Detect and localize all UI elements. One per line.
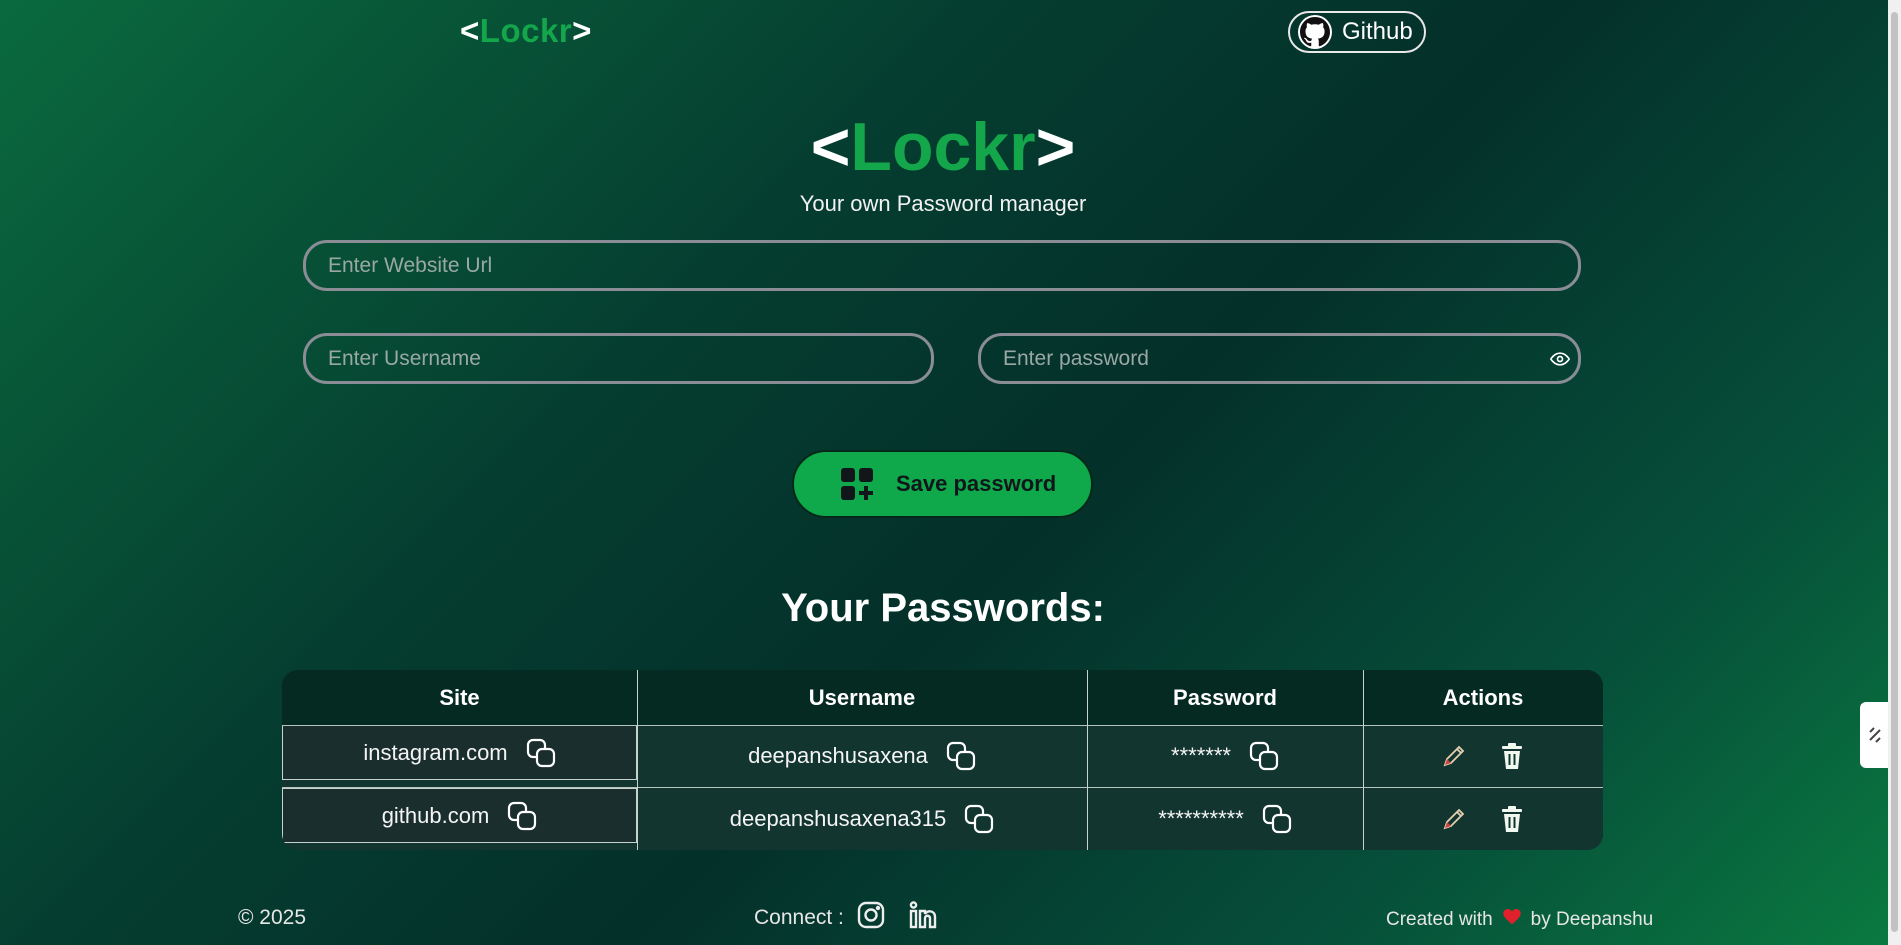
nav-logo[interactable]: <Lockr> xyxy=(460,12,592,50)
add-grid-icon xyxy=(840,467,874,501)
hero-logo: <Lockr> xyxy=(0,108,1886,186)
trash-icon[interactable] xyxy=(1497,741,1527,771)
hero-logo-text: Lockr xyxy=(850,109,1036,185)
copy-icon[interactable] xyxy=(946,741,976,771)
actions-cell xyxy=(1363,725,1603,787)
copy-icon[interactable] xyxy=(1249,741,1279,771)
linkedin-icon[interactable] xyxy=(908,900,938,930)
instagram-icon[interactable] xyxy=(856,900,886,930)
eye-icon[interactable] xyxy=(1549,349,1571,369)
save-password-label: Save password xyxy=(896,471,1057,496)
column-header-site: Site xyxy=(439,685,480,710)
password-cell: ********** xyxy=(1087,788,1363,850)
password-text: ********** xyxy=(1158,806,1244,831)
save-password-button[interactable]: Save password xyxy=(792,450,1093,518)
nav-logo-text: Lockr xyxy=(479,12,573,49)
heart-icon xyxy=(1502,909,1521,931)
github-icon xyxy=(1298,15,1332,49)
side-extension-tab[interactable] xyxy=(1860,702,1890,768)
github-button[interactable]: Github xyxy=(1288,11,1426,53)
footer-credits: Created with by Deepanshu xyxy=(1386,909,1653,931)
site-text: instagram.com xyxy=(363,739,508,765)
connect-label: Connect : xyxy=(754,906,844,929)
passwords-table: Site Username Password Actions instagram… xyxy=(282,670,1603,850)
github-label: Github xyxy=(1342,18,1413,45)
created-prefix: Created with xyxy=(1386,909,1493,930)
password-input[interactable] xyxy=(978,333,1581,384)
username-input[interactable] xyxy=(303,333,934,384)
column-header-username: Username xyxy=(808,685,916,710)
password-cell: ******* xyxy=(1087,725,1363,787)
username-cell: deepanshusaxena315 xyxy=(637,788,1087,850)
footer-copyright: © 2025 xyxy=(238,906,307,929)
website-url-input[interactable] xyxy=(303,240,1581,291)
edit-icon[interactable] xyxy=(1439,804,1469,834)
scrollbar-thumb[interactable] xyxy=(1891,12,1898,932)
hero-logo-bracket-left: < xyxy=(810,109,851,185)
footer-connect: Connect : xyxy=(754,901,938,930)
column-header-actions: Actions xyxy=(1442,685,1524,710)
username-text: deepanshusaxena315 xyxy=(729,806,947,831)
column-header-password: Password xyxy=(1173,685,1277,710)
copy-icon[interactable] xyxy=(964,804,994,834)
nav-logo-bracket-left: < xyxy=(460,12,480,49)
edit-icon[interactable] xyxy=(1439,741,1469,771)
actions-cell xyxy=(1363,788,1603,850)
copy-icon[interactable] xyxy=(507,801,537,831)
username-cell: deepanshusaxena xyxy=(637,725,1087,787)
nav-logo-bracket-right: > xyxy=(572,12,592,49)
hero-logo-bracket-right: > xyxy=(1035,109,1076,185)
tagline: Your own Password manager xyxy=(799,191,1087,216)
copy-icon[interactable] xyxy=(1262,804,1292,834)
site-cell: github.com xyxy=(282,788,637,843)
passwords-heading: Your Passwords: xyxy=(781,586,1105,630)
site-text: github.com xyxy=(381,802,490,828)
password-text: ******* xyxy=(1171,743,1231,768)
username-text: deepanshusaxena xyxy=(748,743,928,768)
created-suffix: by Deepanshu xyxy=(1530,909,1654,930)
copy-icon[interactable] xyxy=(526,738,556,768)
trash-icon[interactable] xyxy=(1497,804,1527,834)
site-cell: instagram.com xyxy=(282,725,637,780)
